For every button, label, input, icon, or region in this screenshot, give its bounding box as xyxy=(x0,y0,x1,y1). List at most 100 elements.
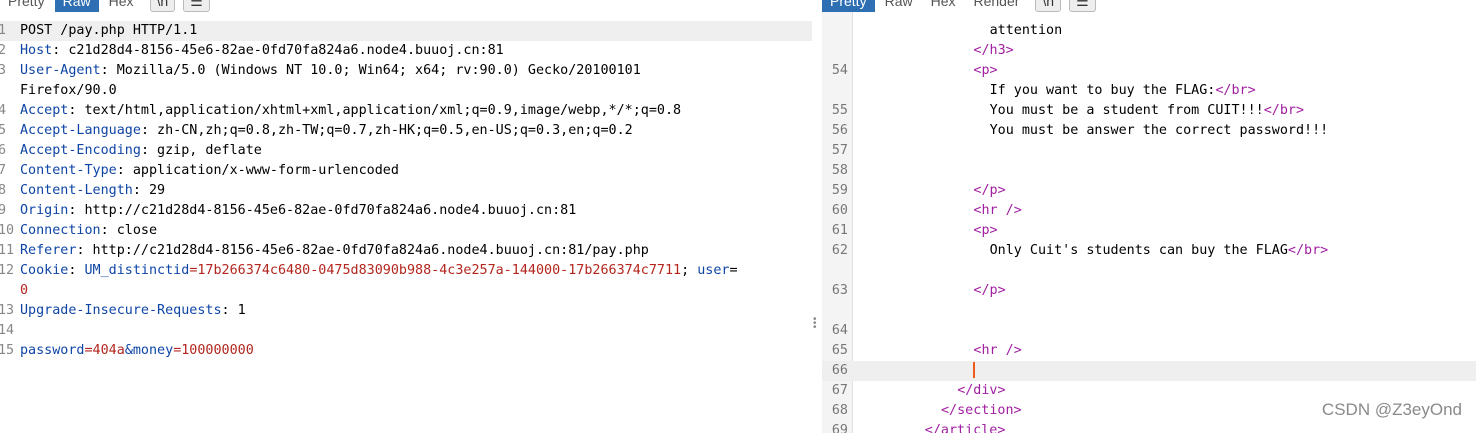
response-line[interactable]: 66 xyxy=(822,361,1476,381)
request-line[interactable]: 2 Host: c21d28d4-8156-45e6-82ae-0fd70fa82… xyxy=(0,41,812,61)
request-line[interactable]: 7 Content-Type: application/x-www-form-ur… xyxy=(0,161,812,181)
line-number: 65 xyxy=(831,343,848,358)
line-text[interactable]: Referer: http://c21d28d4-8156-45e6-82ae-… xyxy=(20,241,649,261)
line-text[interactable]: Firefox/90.0 xyxy=(20,81,117,101)
line-text[interactable]: Accept-Encoding: gzip, deflate xyxy=(20,141,262,161)
response-tab-raw[interactable]: Raw xyxy=(877,0,921,12)
header-value: : c21d28d4-8156-45e6-82ae-0fd70fa824a6.n… xyxy=(52,43,504,58)
response-newline-toggle[interactable]: \n xyxy=(1035,0,1062,12)
response-line[interactable]: 60 <hr /> xyxy=(822,201,1476,221)
line-text[interactable]: Content-Type: application/x-www-form-url… xyxy=(20,161,399,181)
request-line[interactable]: 8 Content-Length: 29 xyxy=(0,181,812,201)
line-text[interactable]: Host: c21d28d4-8156-45e6-82ae-0fd70fa824… xyxy=(20,41,504,61)
header-name: Accept-Language xyxy=(20,123,141,138)
response-menu-icon[interactable]: ☰ xyxy=(1069,0,1096,12)
pane-divider[interactable] xyxy=(812,0,822,433)
response-line[interactable]: attention xyxy=(822,21,1476,41)
request-line[interactable]: 9 Origin: http://c21d28d4-8156-45e6-82ae-… xyxy=(0,201,812,221)
header-value: : http://c21d28d4-8156-45e6-82ae-0fd70fa… xyxy=(76,243,649,258)
response-line[interactable]: 58 xyxy=(822,161,1476,181)
line-number: 12 xyxy=(0,263,15,278)
response-line[interactable]: 69 </article> xyxy=(822,421,1476,433)
line-text[interactable]: Content-Length: 29 xyxy=(20,181,165,201)
response-line[interactable]: 56 You must be answer the correct passwor… xyxy=(822,121,1476,141)
response-tab-pretty[interactable]: Pretty xyxy=(822,0,875,12)
request-line[interactable]: 3 User-Agent: Mozilla/5.0 (Windows NT 10.… xyxy=(0,61,812,81)
request-line[interactable]: 11 Referer: http://c21d28d4-8156-45e6-82a… xyxy=(0,241,812,261)
request-line[interactable]: 1 POST /pay.php HTTP/1.1 xyxy=(0,21,812,41)
line-text[interactable]: password=404a&money=100000000 xyxy=(20,341,254,361)
body-param-value: =404a xyxy=(84,343,125,358)
line-text: <hr /> xyxy=(973,201,1021,221)
response-line[interactable]: 57 xyxy=(822,141,1476,161)
line-number: 64 xyxy=(831,323,848,338)
request-tab-pretty[interactable]: Pretty xyxy=(0,0,53,12)
request-line[interactable]: 15 password=404a&money=100000000 xyxy=(0,341,812,361)
request-line[interactable]: 0 xyxy=(0,281,812,301)
line-text[interactable]: Accept: text/html,application/xhtml+xml,… xyxy=(20,101,681,121)
watermark: CSDN @Z3eyOnd xyxy=(1321,400,1462,419)
request-menu-icon[interactable]: ☰ xyxy=(183,0,210,12)
response-tab-hex[interactable]: Hex xyxy=(923,0,964,12)
response-line[interactable]: 64 xyxy=(822,321,1476,341)
line-text: <p> xyxy=(973,221,997,241)
response-line[interactable]: 59 </p> xyxy=(822,181,1476,201)
line-text[interactable]: 0 xyxy=(20,281,28,301)
request-tab-hex[interactable]: Hex xyxy=(101,0,142,12)
response-line[interactable]: 54 <p> xyxy=(822,61,1476,81)
line-text[interactable]: POST /pay.php HTTP/1.1 xyxy=(20,21,197,41)
line-text[interactable]: Accept-Language: zh-CN,zh;q=0.8,zh-TW;q=… xyxy=(20,121,633,141)
response-line[interactable]: 65 <hr /> xyxy=(822,341,1476,361)
line-text[interactable]: Origin: http://c21d28d4-8156-45e6-82ae-0… xyxy=(20,201,576,221)
line-text[interactable]: Upgrade-Insecure-Requests: 1 xyxy=(20,301,246,321)
cookie-separator: = xyxy=(729,263,738,278)
response-line[interactable]: 63 </p> xyxy=(822,281,1476,301)
line-text[interactable]: Cookie: UM_distinctid=17b266374c6480-047… xyxy=(20,261,738,281)
html-tag: </br> xyxy=(1215,83,1256,98)
line-number: 15 xyxy=(0,343,15,358)
response-line[interactable] xyxy=(822,261,1476,281)
line-number: 63 xyxy=(831,283,848,298)
line-number: 10 xyxy=(0,223,15,238)
request-line[interactable]: 4 Accept: text/html,application/xhtml+xml… xyxy=(0,101,812,121)
response-line[interactable]: 61 <p> xyxy=(822,221,1476,241)
request-line[interactable]: 12 Cookie: UM_distinctid=17b266374c6480-0… xyxy=(0,261,812,281)
request-line[interactable]: 13 Upgrade-Insecure-Requests: 1 xyxy=(0,301,812,321)
header-value: POST /pay.php HTTP/1.1 xyxy=(20,23,198,38)
request-line[interactable]: 6 Accept-Encoding: gzip, deflate xyxy=(0,141,812,161)
request-tab-raw[interactable]: Raw xyxy=(54,0,99,12)
line-text xyxy=(973,361,976,381)
response-line[interactable]: 67 </div> xyxy=(822,381,1476,401)
line-number: 69 xyxy=(831,423,848,433)
header-value: Firefox/90.0 xyxy=(20,83,117,98)
response-line[interactable]: If you want to buy the FLAG:</br> xyxy=(822,81,1476,101)
request-line[interactable]: 14 xyxy=(0,321,812,341)
html-tag: <p> xyxy=(973,63,998,78)
response-tab-render[interactable]: Render xyxy=(966,0,1028,12)
response-line[interactable]: </h3> xyxy=(822,41,1476,61)
request-newline-toggle[interactable]: \n xyxy=(149,0,176,12)
line-number: 9 xyxy=(0,203,7,218)
response-viewer-pane[interactable]: Pretty Raw Hex Render \n ☰ attention </h3> 54 <p… xyxy=(822,0,1476,433)
header-name: Origin xyxy=(20,203,69,218)
line-number: 58 xyxy=(831,163,848,178)
request-line[interactable]: 5 Accept-Language: zh-CN,zh;q=0.8,zh-TW;q… xyxy=(0,121,812,141)
html-tag: </p> xyxy=(973,283,1006,298)
line-text[interactable]: User-Agent: Mozilla/5.0 (Windows NT 10.0… xyxy=(20,61,641,81)
line-text[interactable]: Connection: close xyxy=(20,221,157,241)
response-lines[interactable]: attention </h3> 54 <p> If you want to buy th… xyxy=(822,21,1476,433)
response-line[interactable]: 62 Only Cuit's students can buy the FLAG<… xyxy=(822,241,1476,261)
line-number: 5 xyxy=(0,123,7,138)
pane-splitter-grip-icon[interactable]: • • • xyxy=(813,315,817,333)
header-value: : gzip, deflate xyxy=(140,143,262,158)
line-text: </section> xyxy=(941,401,1022,421)
line-number: 61 xyxy=(831,223,848,238)
response-line[interactable]: 55 You must be a student from CUIT!!!</br… xyxy=(822,101,1476,121)
request-lines[interactable]: 1 POST /pay.php HTTP/1.1 2 Host: c21d28d4-8… xyxy=(0,21,812,361)
line-text: </h3> xyxy=(973,41,1013,61)
line-text: attention xyxy=(990,21,1063,41)
request-line[interactable]: Firefox/90.0 xyxy=(0,81,812,101)
response-line[interactable] xyxy=(822,301,1476,321)
request-line[interactable]: 10 Connection: close xyxy=(0,221,812,241)
request-editor-pane[interactable]: Pretty Raw Hex \n ☰ 1 POST /pay.php HTTP/1.1 2… xyxy=(0,0,812,433)
